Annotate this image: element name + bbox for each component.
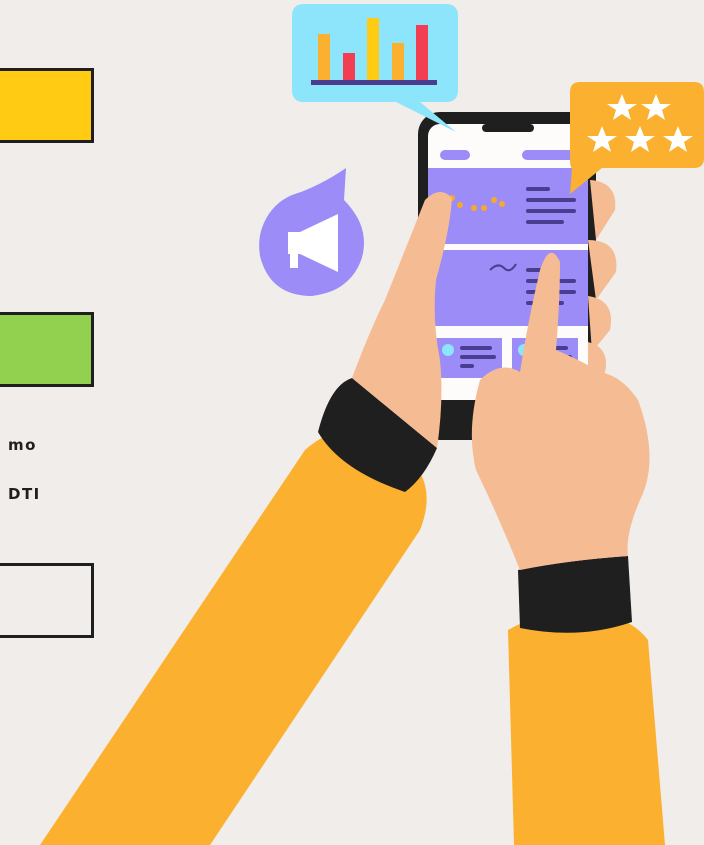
star-rating-icon [570, 82, 704, 194]
phone-illustration [40, 4, 704, 845]
megaphone-icon [259, 168, 364, 296]
screen-card-2 [428, 250, 588, 326]
screen-card-1 [428, 168, 588, 244]
right-cuff [518, 556, 632, 633]
left-sleeve [40, 430, 427, 845]
right-sleeve [508, 611, 665, 845]
phone-notch [482, 124, 534, 132]
bar-chart-icon [292, 4, 458, 132]
